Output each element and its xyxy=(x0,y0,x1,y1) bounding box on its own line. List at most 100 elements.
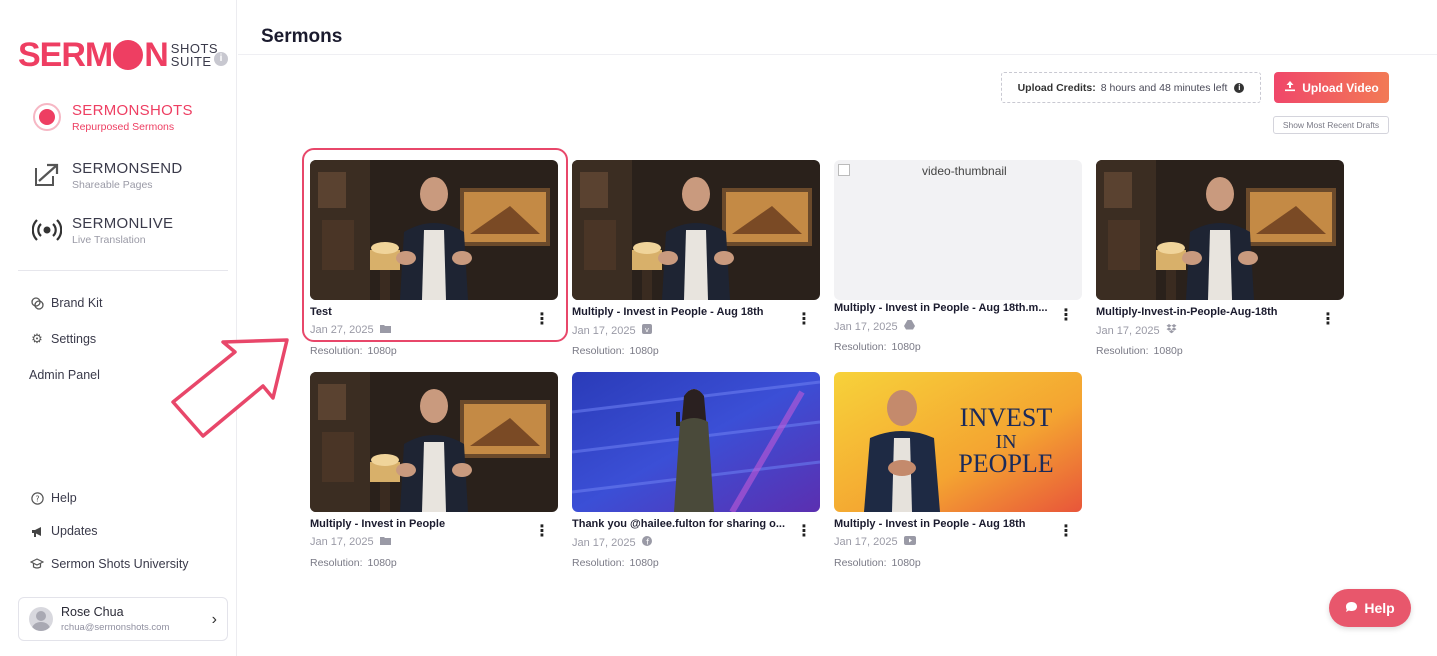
product-name: SERMONSHOTS xyxy=(72,101,193,119)
send-icon xyxy=(30,158,64,192)
upload-video-button[interactable]: Upload Video xyxy=(1274,72,1389,103)
palette-icon xyxy=(30,296,44,310)
logo-o-mark xyxy=(113,40,144,70)
sidebar-item-brand-kit[interactable]: Brand Kit xyxy=(30,296,102,310)
info-icon[interactable]: i xyxy=(214,52,228,66)
upload-icon xyxy=(1284,80,1296,95)
sidebar-divider xyxy=(18,270,228,271)
sidebar-item-settings[interactable]: ⚙ Settings xyxy=(30,331,96,346)
card-title[interactable]: Thank you @hailee.fulton for sharing o..… xyxy=(572,518,797,530)
product-sermonsend[interactable]: SERMONSEND Shareable Pages xyxy=(30,158,183,192)
vimeo-icon: v xyxy=(641,324,652,337)
card-date: Jan 17, 2025 xyxy=(834,536,916,548)
user-name: Rose Chua xyxy=(61,605,124,619)
record-icon xyxy=(30,100,64,134)
card-date: Jan 17, 2025 f xyxy=(572,536,652,549)
credits-value: 8 hours and 48 minutes left xyxy=(1100,81,1228,94)
video-thumbnail[interactable]: video-thumbnail xyxy=(834,160,1082,300)
video-thumbnail[interactable] xyxy=(310,160,558,300)
svg-text:?: ? xyxy=(35,494,39,503)
sidebar-item-updates[interactable]: Updates xyxy=(30,524,98,538)
chat-bubble-icon xyxy=(1345,601,1358,616)
card-resolution: Resolution: 1080p xyxy=(310,345,397,357)
megaphone-icon xyxy=(30,524,44,538)
logo-side-text: SHOTS SUITE xyxy=(170,41,219,69)
card-date: Jan 17, 2025 xyxy=(834,320,915,333)
card-resolution: Resolution: 1080p xyxy=(310,557,397,569)
card-date: Jan 17, 2025 v xyxy=(572,324,652,337)
more-options-icon[interactable]: ⋮ xyxy=(1058,308,1074,324)
svg-text:f: f xyxy=(646,538,649,547)
user-account-card[interactable]: Rose Chua rchua@sermonshots.com › xyxy=(18,597,228,641)
card-title[interactable]: Multiply - Invest in People - Aug 18th.m… xyxy=(834,302,1059,314)
google-drive-icon xyxy=(903,320,915,333)
sermon-card[interactable]: INVEST IN PEOPLE Multiply - Invest in Peopl… xyxy=(834,372,1084,573)
more-options-icon[interactable]: ⋮ xyxy=(796,312,812,328)
more-options-icon[interactable]: ⋮ xyxy=(534,312,550,328)
info-icon[interactable]: i xyxy=(1234,82,1245,93)
card-resolution: Resolution: 1080p xyxy=(1096,345,1183,357)
sermon-card[interactable]: Multiply - Invest in People Jan 17, 2025 R… xyxy=(310,372,560,573)
card-title[interactable]: Multiply-Invest-in-People-Aug-18th xyxy=(1096,306,1321,318)
help-chat-button[interactable]: Help xyxy=(1329,589,1411,627)
card-title[interactable]: Multiply - Invest in People - Aug 18th xyxy=(834,518,1059,530)
dropbox-icon xyxy=(1166,324,1177,337)
avatar xyxy=(29,607,53,631)
more-options-icon[interactable]: ⋮ xyxy=(796,524,812,540)
card-title[interactable]: Multiply - Invest in People xyxy=(310,518,535,530)
sidebar: SERM N SHOTS SUITE i SERMONSHOTS Repurpos… xyxy=(0,0,237,656)
youtube-icon xyxy=(903,536,916,548)
card-resolution: Resolution: 1080p xyxy=(572,345,659,357)
folder-icon xyxy=(379,324,391,336)
credits-label: Upload Credits: xyxy=(1017,81,1096,94)
sermon-card[interactable]: Multiply-Invest-in-People-Aug-18th Jan 17… xyxy=(1096,160,1346,361)
broken-image-icon xyxy=(838,164,850,176)
sermon-card[interactable]: Thank you @hailee.fulton for sharing o..… xyxy=(572,372,822,573)
product-sermonshots[interactable]: SERMONSHOTS Repurposed Sermons xyxy=(30,100,193,134)
svg-text:v: v xyxy=(645,326,649,334)
product-subtitle: Shareable Pages xyxy=(72,178,153,191)
more-options-icon[interactable]: ⋮ xyxy=(1320,312,1336,328)
card-date: Jan 17, 2025 xyxy=(1096,324,1177,337)
video-thumbnail[interactable]: INVEST IN PEOPLE xyxy=(834,372,1082,512)
card-date: Jan 17, 2025 xyxy=(310,536,391,548)
card-resolution: Resolution: 1080p xyxy=(834,557,921,569)
video-thumbnail[interactable] xyxy=(310,372,558,512)
product-sermonlive[interactable]: SERMONLIVE Live Translation xyxy=(30,213,173,247)
annotation-arrow-icon xyxy=(171,338,289,438)
more-options-icon[interactable]: ⋮ xyxy=(1058,524,1074,540)
card-title[interactable]: Multiply - Invest in People - Aug 18th xyxy=(572,306,797,318)
video-thumbnail[interactable] xyxy=(1096,160,1344,300)
chevron-right-icon: › xyxy=(211,611,217,628)
facebook-icon: f xyxy=(641,536,652,549)
product-subtitle: Repurposed Sermons xyxy=(72,120,175,133)
product-name: SERMONSEND xyxy=(72,159,183,177)
card-title[interactable]: Test xyxy=(310,306,535,318)
show-recent-drafts-button[interactable]: Show Most Recent Drafts xyxy=(1273,116,1389,134)
product-name: SERMONLIVE xyxy=(72,214,174,232)
broadcast-icon xyxy=(30,213,64,247)
sermon-card[interactable]: video-thumbnail Multiply - Invest in Peop… xyxy=(834,160,1084,357)
thumb-text-line: PEOPLE xyxy=(958,449,1053,478)
upload-credits-badge: Upload Credits: 8 hours and 48 minutes l… xyxy=(1001,72,1261,103)
question-circle-icon: ? xyxy=(30,491,44,505)
sidebar-item-admin-panel[interactable]: Admin Panel xyxy=(29,368,100,382)
suite-logo[interactable]: SERM N SHOTS SUITE xyxy=(18,38,218,72)
product-subtitle: Live Translation xyxy=(72,233,146,246)
sidebar-item-help[interactable]: ? Help xyxy=(30,491,77,505)
card-resolution: Resolution: 1080p xyxy=(572,557,659,569)
graduation-cap-icon xyxy=(30,557,44,571)
thumbnail-alt-text: video-thumbnail xyxy=(922,164,1007,178)
sidebar-item-university[interactable]: Sermon Shots University xyxy=(30,557,189,571)
card-resolution: Resolution: 1080p xyxy=(834,341,921,353)
page-title: Sermons xyxy=(261,26,343,47)
folder-icon xyxy=(379,536,391,548)
user-email: rchua@sermonshots.com xyxy=(61,622,170,633)
sermon-card[interactable]: Multiply - Invest in People - Aug 18th Ja… xyxy=(572,160,822,361)
more-options-icon[interactable]: ⋮ xyxy=(534,524,550,540)
logo-wordmark: SERM N xyxy=(18,36,169,74)
video-thumbnail[interactable] xyxy=(572,372,820,512)
video-thumbnail[interactable] xyxy=(572,160,820,300)
sermon-card[interactable]: Test Jan 27, 2025 Resolution: 1080p ⋮ xyxy=(310,160,560,361)
thumb-text-line: INVEST xyxy=(960,403,1053,432)
